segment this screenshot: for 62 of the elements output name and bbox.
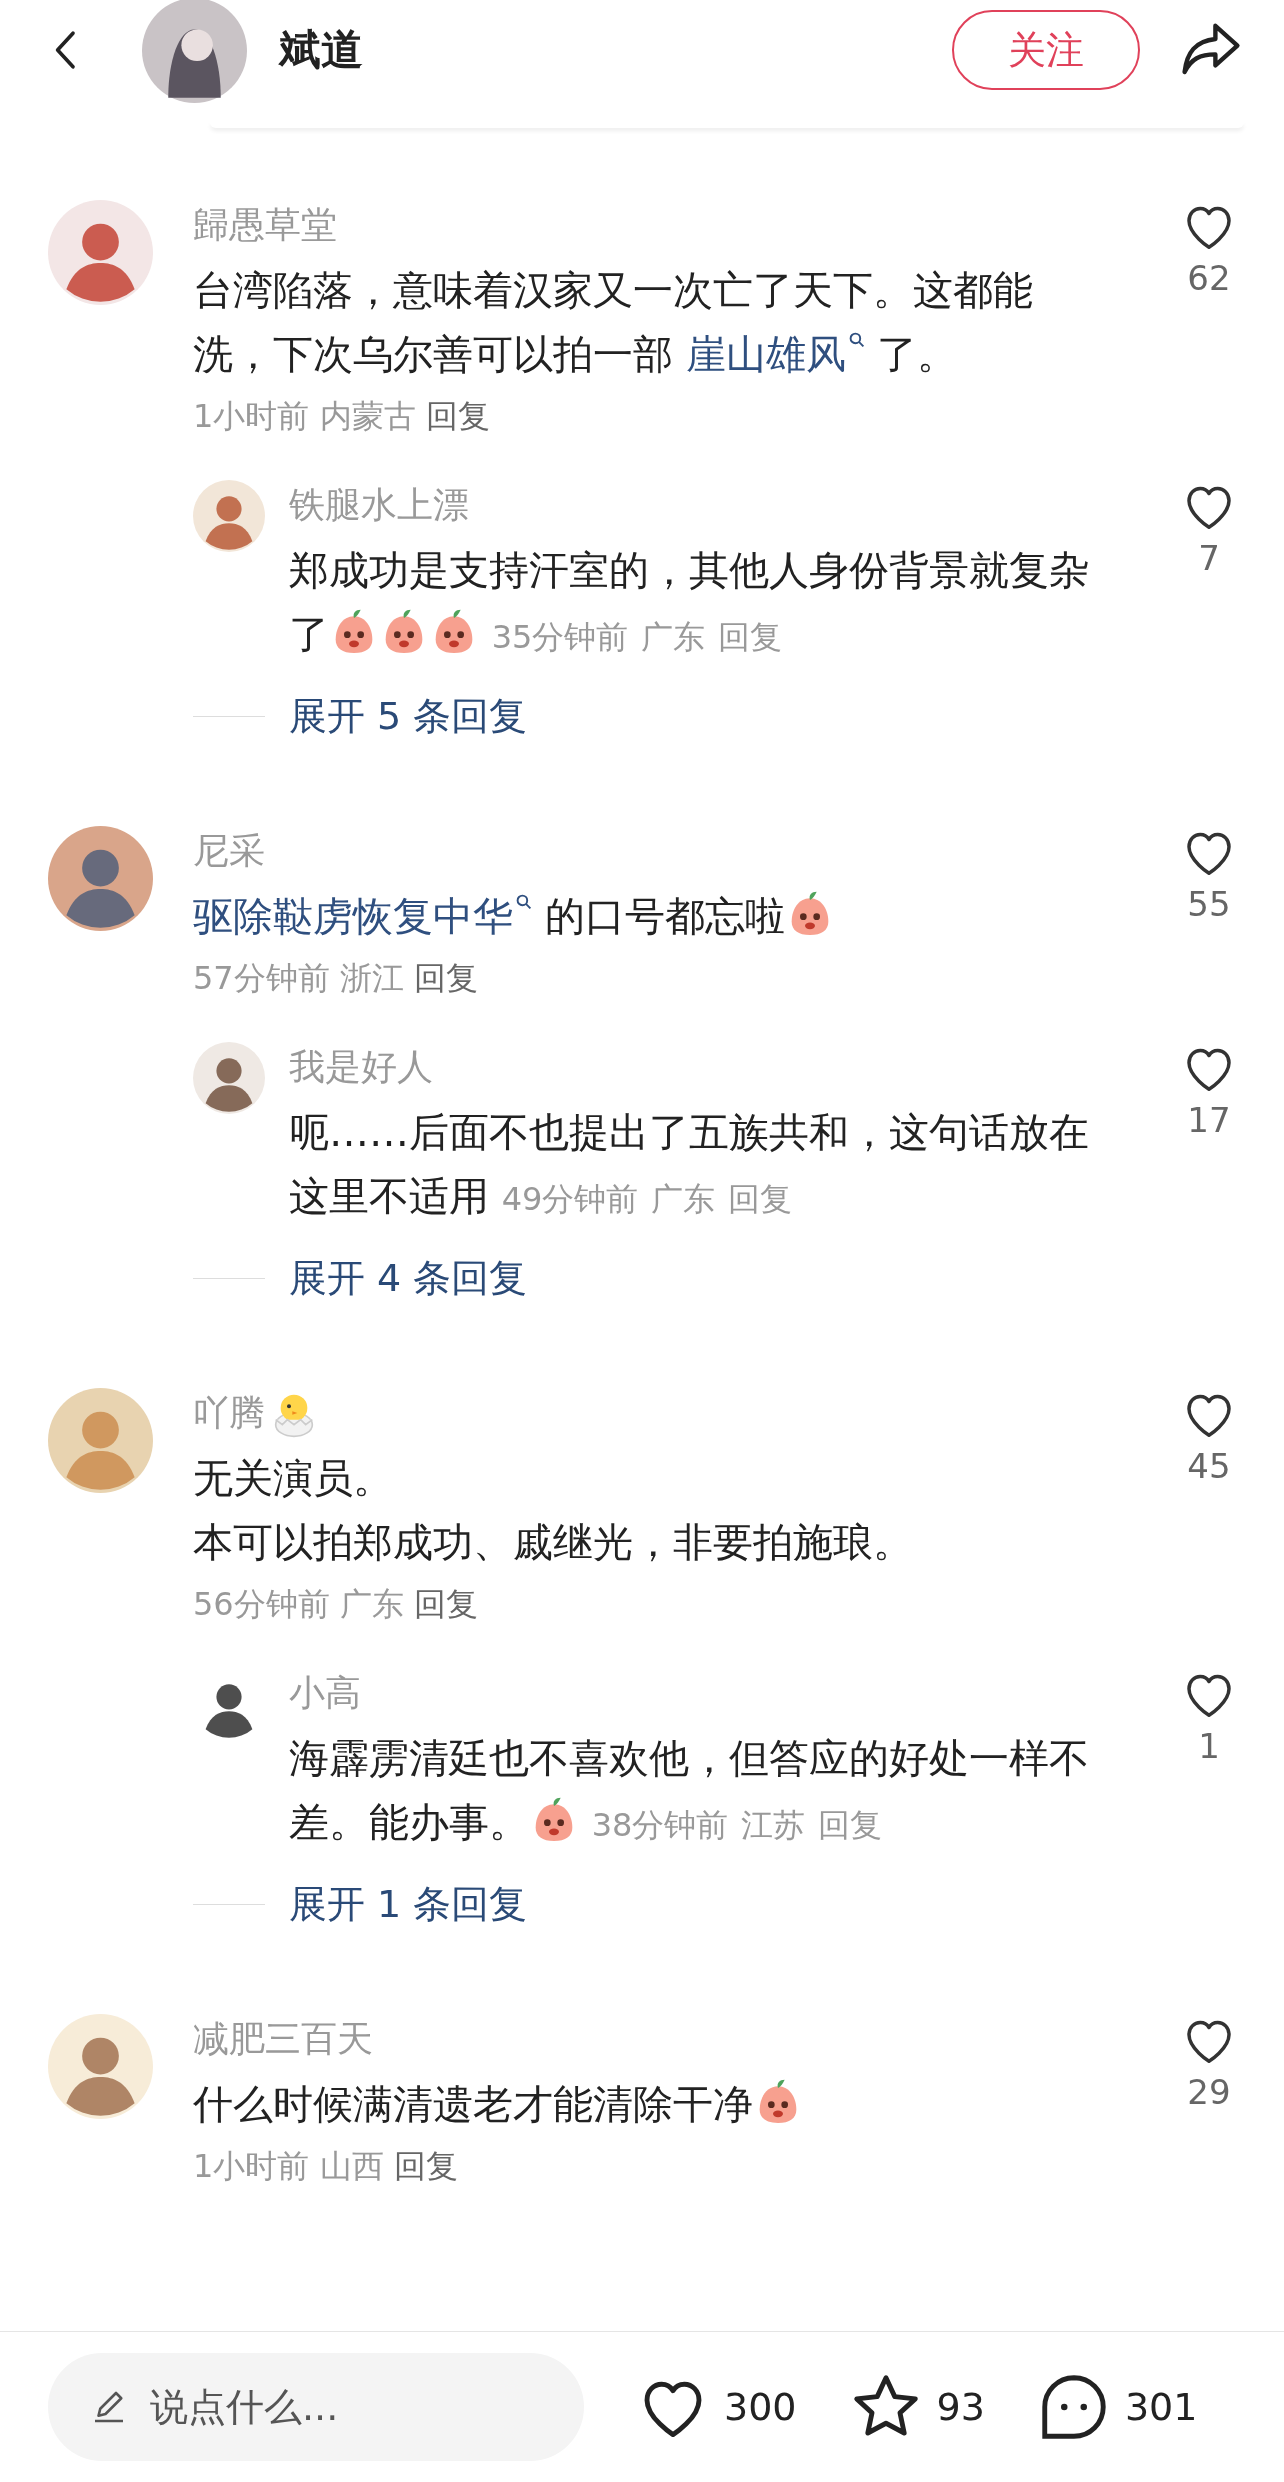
comment-text: 无关演员。: [193, 1454, 394, 1503]
comment-text: 台湾陷落，意味着汉家又一次亡了天下。这都能洗，下次乌尔善可以拍一部 崖山雄风 了。: [193, 266, 1034, 379]
user-name[interactable]: 减肥三百天: [193, 2014, 373, 2064]
avatar[interactable]: [48, 826, 153, 931]
topic-link[interactable]: 崖山雄风: [685, 331, 865, 377]
comment-location: 山西: [319, 2147, 384, 2185]
user-name[interactable]: 歸愚草堂: [193, 200, 337, 250]
reply-button[interactable]: 回复: [425, 392, 490, 440]
input-placeholder: 说点什么...: [150, 2383, 339, 2431]
comment-time: 1小时前: [193, 397, 310, 435]
comment-location: 广东: [651, 1180, 716, 1218]
comment-text: 呃……后面不也提出了五族共和，这句话放在这里不适用 49分钟前 广东 回复: [289, 1100, 1093, 1231]
topic-link[interactable]: 驱除鞑虏恢复中华: [193, 893, 532, 939]
comment-location: 内蒙古: [319, 397, 416, 435]
like-count: 62: [1187, 257, 1231, 300]
expand-replies-link[interactable]: 展开 4 条回复: [289, 1253, 528, 1303]
expand-replies-link[interactable]: 展开 5 条回复: [289, 691, 528, 741]
user-name[interactable]: 我是好人: [289, 1046, 433, 1087]
user-name[interactable]: 尼采: [193, 826, 265, 876]
comment-input[interactable]: 说点什么...: [48, 2353, 584, 2461]
comment-time: 56分钟前: [193, 1585, 330, 1623]
comment-time: 49分钟前: [501, 1180, 639, 1218]
comment-location: 广东: [641, 618, 706, 656]
comment-time: 1小时前: [193, 2147, 310, 2185]
avatar[interactable]: [193, 480, 265, 552]
comment-text: 海霹雳清廷也不喜欢他，但答应的好处一样不差。能办事。 38分钟前 江苏 回复: [289, 1726, 1093, 1857]
comment-text: 本可以拍郑成功、戚继光，非要拍施琅。: [193, 1518, 914, 1567]
like-count: 1: [1198, 1725, 1220, 1768]
avatar[interactable]: [193, 1042, 265, 1114]
reply-button[interactable]: 回复: [414, 954, 479, 1002]
user-name[interactable]: 吖腾: [193, 1388, 265, 1438]
search-icon: [516, 894, 532, 910]
like-count: 7: [1198, 537, 1220, 580]
reply-button[interactable]: 回复: [727, 1167, 792, 1231]
comment-count: 301: [1124, 2385, 1198, 2429]
search-icon: [848, 332, 865, 348]
comment-time: 38分钟前: [591, 1806, 729, 1844]
comment-location: 浙江: [339, 959, 404, 997]
reply-button[interactable]: 回复: [817, 1793, 882, 1857]
expand-replies-link[interactable]: 展开 1 条回复: [289, 1879, 528, 1929]
reply-button[interactable]: 回复: [717, 605, 782, 669]
like-count: 17: [1187, 1099, 1231, 1142]
reply-button[interactable]: 回复: [393, 2142, 458, 2190]
like-count: 45: [1187, 1445, 1231, 1488]
follow-button[interactable]: 关注: [952, 10, 1140, 90]
comment-text: 驱除鞑虏恢复中华 的口号都忘啦: [193, 884, 1093, 948]
avatar[interactable]: [142, 0, 247, 103]
comment-location: 广东: [339, 1585, 404, 1623]
comment-text: 什么时候满清遗老才能清除干净: [193, 2072, 1093, 2136]
reply-button[interactable]: 回复: [414, 1580, 479, 1628]
author-name: 斌道: [279, 24, 364, 76]
comment-location: 江苏: [741, 1806, 806, 1844]
avatar[interactable]: [48, 200, 153, 305]
comment-text: 郑成功是支持汗室的，其他人身份背景就复杂了 35分钟前 广东 回复: [289, 538, 1093, 669]
like-count: 55: [1187, 883, 1231, 926]
user-name[interactable]: 铁腿水上漂: [289, 484, 469, 525]
like-count: 300: [724, 2385, 797, 2429]
comment-time: 35分钟前: [491, 618, 629, 656]
favorite-count: 93: [936, 2385, 985, 2429]
user-name[interactable]: 小高: [289, 1672, 361, 1713]
comment-time: 57分钟前: [193, 959, 330, 997]
like-count: 29: [1187, 2071, 1231, 2114]
